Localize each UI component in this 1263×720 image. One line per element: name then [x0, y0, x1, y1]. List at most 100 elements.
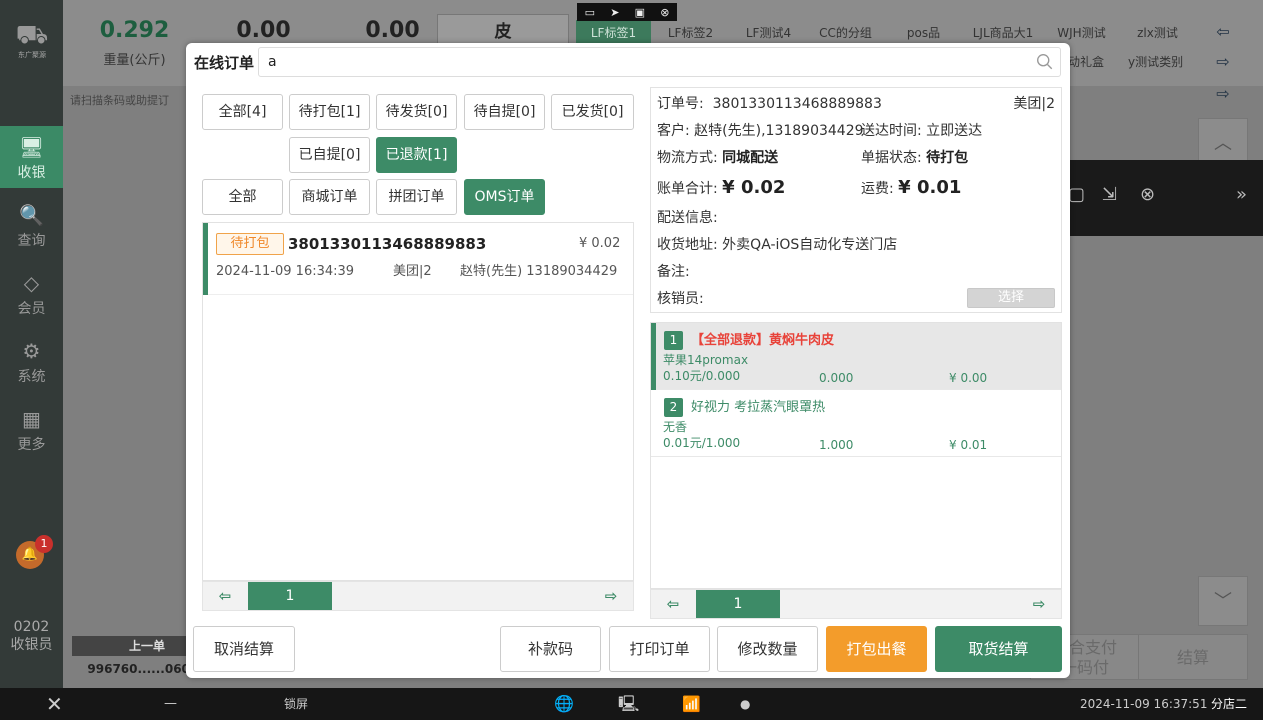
truck-logo-icon: ⛟ [15, 20, 49, 50]
user-code: 0202 [13, 619, 50, 635]
store-name: 分店二 [1211, 697, 1248, 711]
order-search-input[interactable]: a [258, 47, 1061, 77]
sidebar-item-label: 更多 [17, 437, 46, 453]
search-icon[interactable] [1036, 53, 1053, 70]
customer-value: 赵特(先生),13189034429 [694, 123, 864, 139]
sidebar-item-member[interactable]: ◇ 会员 [0, 262, 63, 324]
x-icon[interactable]: ✕ [46, 688, 63, 720]
choose-verifier-button[interactable]: 选择 [967, 288, 1055, 308]
category-tab[interactable]: zlx测试 [1120, 20, 1195, 46]
sidebar-item-query[interactable]: 🔍 查询 [0, 194, 63, 256]
sidebar-item-cashier[interactable]: 🖥 收银 [0, 126, 63, 188]
address-value: 外卖QA-iOS自动化专送门店 [722, 237, 898, 253]
list-item[interactable]: 待打包 3801330113468889883 ¥ 0.02 2024-11-0… [203, 223, 633, 295]
detail-platform: 美团|2 [1013, 96, 1055, 112]
weight-display: 0.292 重量(公斤) [72, 14, 197, 74]
sidebar-item-label: 收银 [17, 165, 46, 181]
checkout-button[interactable]: 结算 [1138, 634, 1248, 680]
order-list: 待打包 3801330113468889883 ¥ 0.02 2024-11-0… [202, 222, 634, 581]
prev-page-icon[interactable]: ⇦ [205, 582, 245, 610]
filter-refunded[interactable]: 已退款[1] [376, 137, 457, 173]
wifi-icon[interactable]: 📶 [682, 688, 701, 720]
item-price: 0.01元/1.000 [663, 436, 741, 450]
cashier-icon: 🖥 [18, 135, 45, 159]
item-spec: 无香 [663, 420, 688, 434]
item-list: 1 【全部退款】黄焖牛肉皮 苹果14promax 0.10元/0.000 0.0… [650, 322, 1062, 589]
arrow-right-icon[interactable]: ⇨ [1200, 80, 1246, 108]
sidebar-item-label: 系统 [17, 369, 46, 385]
table-row[interactable]: 2 好视力 考拉蒸汽眼罩热 无香 0.01元/1.000 1.000 ¥ 0.0… [651, 390, 1061, 457]
item-qty: 1.000 [819, 438, 854, 452]
status-badge: 待打包 [216, 233, 284, 255]
monitor-icon[interactable]: 🖳 [618, 688, 639, 720]
cursor-icon[interactable]: ➤ [610, 6, 619, 19]
screen-icon[interactable]: ▭ [585, 6, 595, 19]
total-label: 账单合计: [657, 181, 718, 197]
diamond-icon: ◇ [23, 271, 40, 295]
filter-picked-up[interactable]: 已自提[0] [289, 137, 370, 173]
order-no-label: 订单号: [657, 96, 704, 112]
next-page-icon[interactable]: ⇨ [1019, 590, 1059, 618]
weight-label: 重量(公斤) [103, 53, 166, 68]
verifier-label: 核销员: [657, 291, 704, 307]
order-customer: 赵特(先生) 13189034429 [460, 264, 618, 279]
next-page-icon[interactable]: ⇨ [591, 582, 631, 610]
globe-icon[interactable]: 🌐 [554, 688, 574, 720]
action-strip: ▢ ⇲ ⊗ » [1068, 160, 1263, 236]
search-doc-icon: 🔍 [19, 203, 44, 227]
arrow-right-icon[interactable]: ⇨ [1200, 48, 1246, 76]
notification-bell-icon[interactable]: 🔔 1 [16, 535, 53, 569]
user-role: 收银员 [10, 637, 53, 653]
status-value: 待打包 [926, 150, 969, 166]
sidebar-item-system[interactable]: ⚙ 系统 [0, 330, 63, 392]
filter-to-ship[interactable]: 待发货[0] [376, 94, 457, 130]
minimize-icon[interactable]: — [164, 688, 177, 720]
sidebar-item-label: 查询 [17, 233, 46, 249]
delivery-info-label: 配送信息: [657, 210, 718, 226]
category-tab[interactable]: y测试类别 [1128, 52, 1183, 72]
logistics-label: 物流方式: [657, 150, 718, 166]
filter-all[interactable]: 全部[4] [202, 94, 283, 130]
item-number: 1 [664, 331, 683, 350]
scroll-down-button[interactable]: ﹀ [1198, 576, 1248, 626]
current-page[interactable]: 1 [248, 582, 332, 610]
arrow-left-icon[interactable]: ⇦ [1200, 18, 1246, 46]
table-row[interactable]: 1 【全部退款】黄焖牛肉皮 苹果14promax 0.10元/0.000 0.0… [651, 323, 1061, 390]
cancel-checkout-button[interactable]: 取消结算 [193, 626, 295, 672]
source-group[interactable]: 拼团订单 [376, 179, 457, 215]
prev-page-icon[interactable]: ⇦ [653, 590, 693, 618]
sidebar-item-more[interactable]: ▦ 更多 [0, 398, 63, 460]
grid-icon: ▦ [22, 407, 41, 431]
item-spec: 苹果14promax [663, 353, 749, 367]
sidebar: ⛟ 东广聚源 🖥 收银 🔍 查询 ◇ 会员 ⚙ 系统 ▦ 更多 🔔 1 0202… [0, 0, 63, 688]
expand-icon[interactable]: » [1236, 184, 1247, 205]
lock-screen-button[interactable]: 锁屏 [284, 688, 308, 720]
order-time: 2024-11-09 16:34:39 [216, 264, 355, 279]
filter-shipped[interactable]: 已发货[0] [551, 94, 634, 130]
modify-quantity-button[interactable]: 修改数量 [717, 626, 818, 672]
scan-input[interactable]: 请扫描条码或助提订 [70, 88, 190, 114]
delivery-time-value: 立即送达 [926, 123, 983, 139]
order-no-value: 3801330113468889883 [712, 96, 882, 112]
source-oms[interactable]: OMS订单 [464, 179, 545, 215]
current-page[interactable]: 1 [696, 590, 780, 618]
source-all[interactable]: 全部 [202, 179, 283, 215]
close-circle-icon[interactable]: ⊗ [1140, 184, 1155, 205]
screen-icon[interactable]: ▢ [1068, 184, 1085, 205]
sidebar-item-label: 会员 [17, 301, 46, 317]
window-icon[interactable]: ▣ [635, 6, 645, 19]
category-tab[interactable]: 动礼盒 [1068, 52, 1104, 72]
print-order-button[interactable]: 打印订单 [609, 626, 710, 672]
folder-icon[interactable]: ⇲ [1102, 184, 1117, 205]
freight-value: ¥ 0.01 [898, 177, 962, 198]
close-icon[interactable]: ⊗ [660, 6, 669, 19]
repay-code-button[interactable]: 补款码 [500, 626, 601, 672]
pack-out-button[interactable]: 打包出餐 [826, 626, 927, 672]
user-info[interactable]: 0202 收银员 [0, 618, 63, 654]
item-name: 好视力 考拉蒸汽眼罩热 [691, 400, 826, 415]
source-mall[interactable]: 商城订单 [289, 179, 370, 215]
filter-to-pack[interactable]: 待打包[1] [289, 94, 370, 130]
address-label: 收货地址: [657, 237, 718, 253]
pickup-checkout-button[interactable]: 取货结算 [935, 626, 1062, 672]
filter-to-pickup[interactable]: 待自提[0] [464, 94, 545, 130]
